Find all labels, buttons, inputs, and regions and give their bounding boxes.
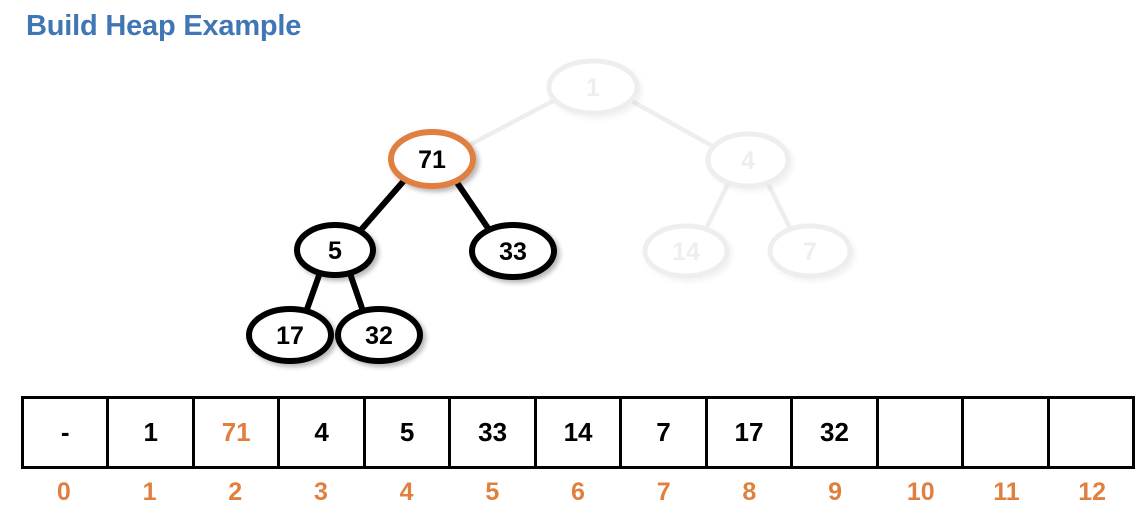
tree-edge (354, 172, 412, 238)
tree-edge (302, 267, 324, 317)
tree-edges (302, 94, 795, 317)
array-cell-4[interactable]: 5 (365, 399, 452, 466)
node-label: 1 (586, 74, 600, 102)
array-index-1: 1 (142, 478, 157, 506)
node-label: 14 (672, 238, 700, 266)
array-index-9: 9 (828, 478, 842, 506)
tree-node-7[interactable]: 7 (767, 223, 853, 279)
tree-node-14[interactable]: 14 (642, 223, 730, 279)
array-index-6: 6 (571, 478, 585, 506)
node-label: 71 (418, 146, 446, 174)
array-index-3: 3 (313, 478, 328, 506)
tree-nodes: 171 45 33 14 717 32 (246, 58, 853, 364)
tree-edge (450, 174, 495, 237)
node-label: 4 (741, 147, 755, 175)
array-cell-7[interactable]: 7 (622, 399, 708, 466)
array-cell-8[interactable]: 17 (707, 399, 794, 466)
tree-node-33[interactable]: 33 (469, 222, 557, 280)
heap-array-row: -1 71 4 5 33 14 7 17 32 (21, 396, 1135, 469)
tree-node-32[interactable]: 32 (335, 306, 423, 364)
tree-edge (459, 94, 564, 152)
binary-heap-tree: 171 45 33 14 717 32 (246, 58, 853, 364)
tree-edge (763, 177, 795, 235)
tree-edge (702, 177, 733, 235)
tree-edge (622, 94, 722, 153)
tree-node-4[interactable]: 4 (705, 131, 791, 189)
node-label: 32 (365, 322, 393, 350)
array-index-2: 2 (228, 478, 243, 506)
slide-canvas: Build Heap Example 1 71 4 5 33 14 7 17 32 -1 71 4 5… (0, 0, 1148, 529)
array-cell-11[interactable] (964, 399, 1050, 466)
array-cell-12[interactable] (1049, 399, 1133, 466)
node-label: 33 (499, 238, 527, 266)
tree-edge (345, 267, 367, 317)
array-index-10: 10 (906, 478, 935, 506)
array-index-8: 8 (742, 478, 757, 506)
node-label: 17 (276, 322, 304, 350)
array-index-0: 0 (56, 478, 71, 506)
array-cell-1[interactable]: 1 (109, 399, 195, 466)
array-index-11: 11 (993, 478, 1020, 506)
tree-node-1[interactable]: 1 (546, 58, 640, 116)
array-cell-0[interactable]: - (24, 399, 110, 466)
array-index-5: 5 (485, 478, 500, 506)
array-cell-6[interactable]: 14 (536, 399, 623, 466)
heap-array-index-row: 0 1 2 3 4 5 6 7 8 9 10 11 12 (21, 478, 1135, 507)
array-index-12: 12 (1078, 478, 1106, 506)
array-cell-2[interactable]: 71 (194, 399, 281, 466)
tree-node-71[interactable]: 71 (388, 129, 476, 189)
node-label: 7 (803, 238, 817, 266)
array-index-4: 4 (399, 478, 414, 506)
array-cell-3[interactable]: 4 (280, 399, 366, 466)
array-cell-9[interactable]: 32 (793, 399, 879, 466)
array-cell-5[interactable]: 33 (451, 399, 537, 466)
node-label: 5 (328, 237, 342, 265)
tree-node-17[interactable]: 17 (246, 306, 334, 364)
heap-array: -1 71 4 5 33 14 7 17 32 (21, 396, 1135, 469)
array-index-7: 7 (656, 478, 671, 506)
tree-node-5[interactable]: 5 (294, 222, 376, 278)
array-cell-10[interactable] (878, 399, 965, 466)
